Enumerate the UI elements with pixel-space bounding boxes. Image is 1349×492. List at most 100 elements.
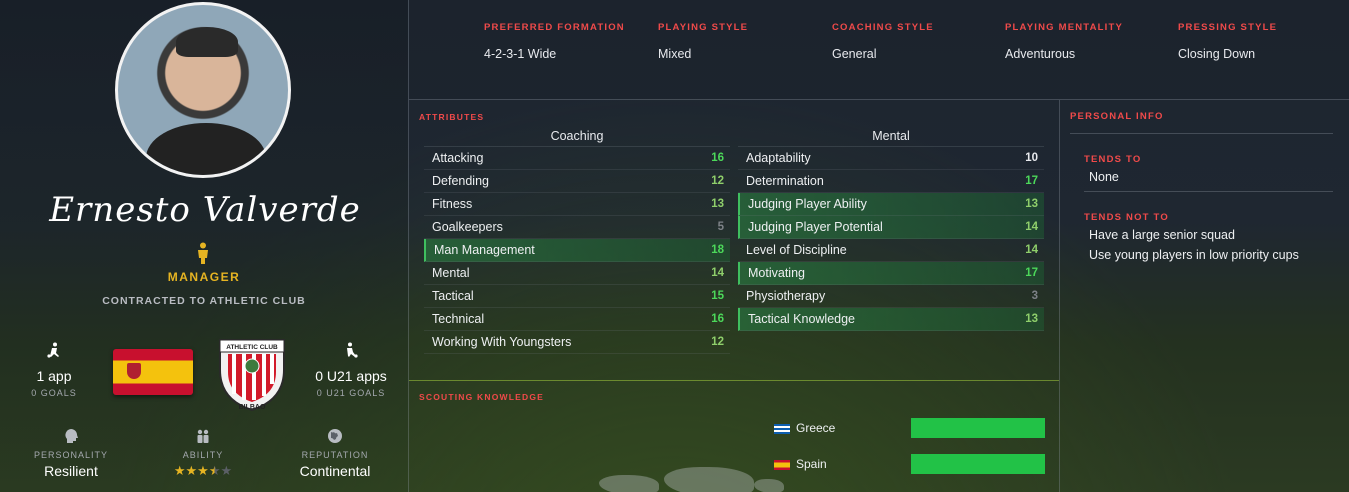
attribute-value: 17 [1025,175,1038,187]
manager-icon [198,242,208,264]
attribute-name: Level of Discipline [746,243,847,257]
country-greece[interactable]: Greece [774,421,835,435]
attribute-name: Adaptability [746,151,811,165]
attribute-row[interactable]: Determination 17 [738,170,1044,193]
manager-signature: Ernesto Valverde [49,190,361,230]
attribute-value: 14 [1025,221,1038,233]
attribute-row[interactable]: Goalkeepers 5 [424,216,730,239]
spain-crest-icon [127,363,141,379]
player-kick-icon [47,342,59,358]
goals-value: 0 GOALS [31,388,77,398]
coaching-attributes-list: Attacking 16 Defending 12 Fitness 13 Goalkeepe… [424,147,730,354]
greece-flag [774,423,790,434]
attribute-name: Tactical [432,289,474,303]
attribute-row[interactable]: Technical 16 [424,308,730,331]
star-icon: ★ [185,463,198,478]
manager-photo[interactable] [115,2,291,178]
u21-apps-stat: 0 U21 apps 0 U21 GOALS [301,342,401,398]
reputation-trait[interactable]: REPUTATION Continental [280,428,390,479]
attribute-name: Judging Player Potential [748,220,883,234]
ability-trait[interactable]: ABILITY ★★★★★ [148,428,258,480]
attribute-row[interactable]: Tactical Knowledge 13 [738,308,1044,331]
attribute-value: 12 [711,336,724,348]
attribute-row[interactable]: Fitness 13 [424,193,730,216]
attribute-value: 13 [711,198,724,210]
pressing-style-label: PRESSING STYLE [1178,22,1278,33]
star-icon: ★ [197,463,209,478]
country-name: Spain [796,457,827,471]
knowledge-bar-greece [911,418,1045,438]
tends-not-to-item: Have a large senior squad [1089,228,1235,242]
mental-attributes-list: Adaptability 10 Determination 17 Judging Pla… [738,147,1044,331]
star-icon: ★ [173,463,186,478]
personality-value: Resilient [44,463,98,479]
attribute-row[interactable]: Judging Player Potential 14 [738,216,1044,239]
apps-value: 1 app [36,368,72,384]
attribute-row[interactable]: Defending 12 [424,170,730,193]
attribute-row[interactable]: Mental 14 [424,262,730,285]
personality-label: PERSONALITY [33,450,109,460]
photo-hair [176,27,238,57]
tends-to-line [1084,191,1333,192]
coaching-style: COACHING STYLE General [832,22,934,61]
tends-not-to-item: Use young players in low priority cups [1089,248,1299,262]
apps-stat: 1 app 0 GOALS [4,342,104,398]
tends-to-item: None [1089,170,1119,184]
attribute-row[interactable]: Man Management 18 [424,239,730,262]
playing-style-value: Mixed [658,47,692,61]
spain-flag[interactable] [113,349,193,395]
attribute-value: 12 [711,175,724,187]
attribute-name: Determination [746,174,824,188]
role-label: MANAGER [167,270,241,284]
attribute-name: Defending [432,174,489,188]
attribute-row[interactable]: Tactical 15 [424,285,730,308]
attribute-name: Working With Youngsters [432,335,572,349]
reputation-value: Continental [299,463,371,479]
personality-trait[interactable]: PERSONALITY Resilient [16,428,126,479]
attribute-row[interactable]: Level of Discipline 14 [738,239,1044,262]
attribute-value: 10 [1025,152,1038,164]
attribute-name: Motivating [748,266,805,280]
attributes-title: ATTRIBUTES [419,112,485,122]
attribute-row[interactable]: Physiotherapy 3 [738,285,1044,308]
attribute-value: 18 [711,244,724,256]
u21-goals-value: 0 U21 GOALS [316,388,386,398]
attribute-row[interactable]: Attacking 16 [424,147,730,170]
tactics-summary: PREFERRED FORMATION 4-2-3-1 Wide PLAYING… [409,0,1349,99]
attribute-name: Physiotherapy [746,289,826,303]
badge-bottom-text: BILBAO [239,404,266,411]
empty-star-icon: ★ [220,463,233,478]
attribute-row[interactable]: Motivating 17 [738,262,1044,285]
attribute-value: 13 [1025,313,1038,325]
attribute-row[interactable]: Judging Player Ability 13 [738,193,1044,216]
personal-info-title: PERSONAL INFO [1070,111,1164,122]
attribute-name: Technical [432,312,485,326]
country-spain[interactable]: Spain [774,457,827,471]
half-star-icon: ★ [208,463,221,478]
mental-column-title: Mental [872,129,910,143]
u21-apps-value: 0 U21 apps [315,368,387,384]
attribute-value: 15 [711,290,724,302]
athletic-club-badge[interactable]: ATHLETIC CLUB BILBAO [214,330,290,412]
country-name: Greece [796,421,836,435]
playing-style-label: PLAYING STYLE [658,22,749,33]
attribute-row[interactable]: Working With Youngsters 12 [424,331,730,354]
attribute-name: Goalkeepers [432,220,503,234]
coaching-column-title: Coaching [550,129,604,143]
attribute-value: 17 [1025,267,1038,279]
attribute-name: Judging Player Ability [748,197,867,211]
photo-shirt [146,123,266,175]
scouting-knowledge-panel: SCOUTING KNOWLEDGE Greece Spain [409,381,1059,492]
attribute-row[interactable]: Adaptability 10 [738,147,1044,170]
attribute-name: Attacking [432,151,484,165]
playing-mentality-label: PLAYING MENTALITY [1005,22,1124,33]
attribute-name: Tactical Knowledge [748,312,856,326]
attribute-name: Fitness [432,197,473,211]
manager-profile-panel: Ernesto Valverde MANAGER CONTRACTED TO A… [0,0,408,492]
attribute-name: Mental [432,266,470,280]
youth-player-icon [347,342,358,358]
head-icon [65,429,78,443]
reputation-label: REPUTATION [301,450,369,460]
world-map-land [599,475,659,492]
pressing-style: PRESSING STYLE Closing Down [1178,22,1277,61]
